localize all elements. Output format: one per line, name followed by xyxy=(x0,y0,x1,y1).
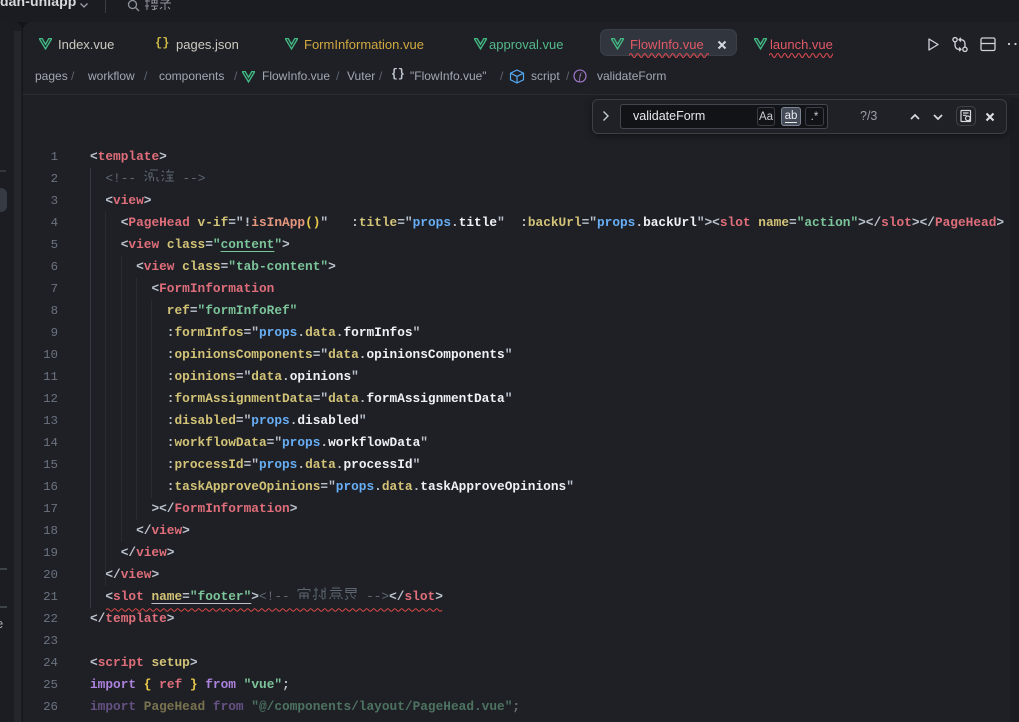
svg-text:f: f xyxy=(579,71,583,81)
